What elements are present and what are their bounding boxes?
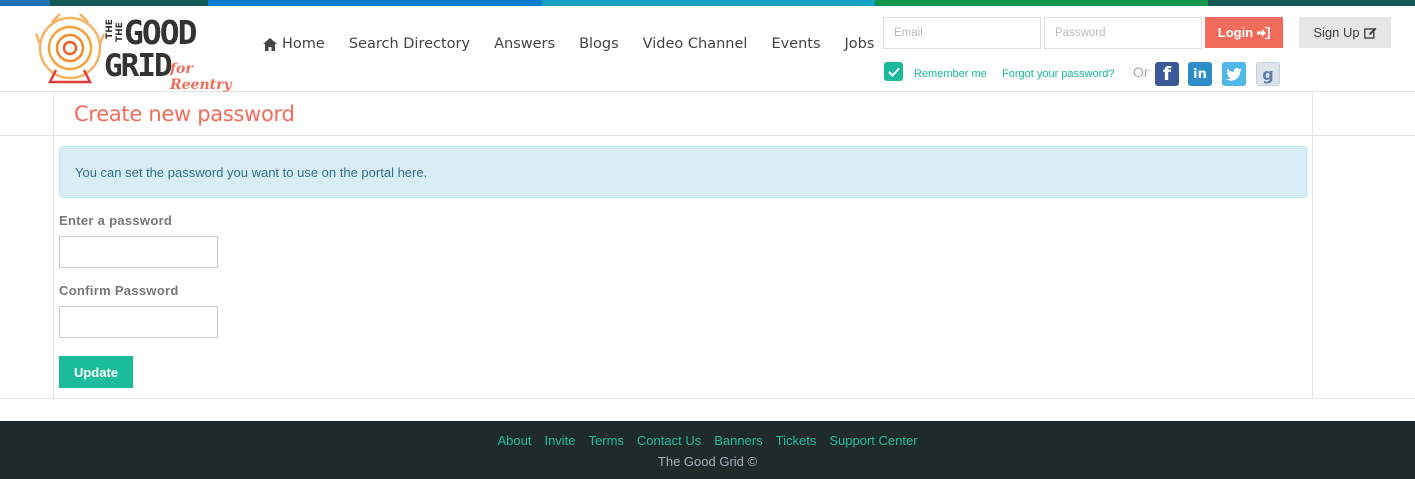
password-placeholder: Password [1055, 27, 1106, 39]
page-title: Create new password [74, 102, 295, 126]
google-icon[interactable]: g [1256, 62, 1280, 86]
footer-link-tickets[interactable]: Tickets [776, 433, 817, 448]
password-label: Enter a password [59, 213, 173, 228]
footer-link-banners[interactable]: Banners [714, 433, 762, 448]
content-bottom-divider [0, 398, 1415, 399]
logo-tagline: for Reentry [170, 61, 232, 93]
footer-link-invite[interactable]: Invite [544, 433, 575, 448]
footer-link-terms[interactable]: Terms [589, 433, 624, 448]
site-footer: About Invite Terms Contact Us Banners Ti… [0, 421, 1415, 479]
email-input[interactable]: Email [883, 17, 1041, 49]
nav-item-events[interactable]: Events [771, 36, 820, 52]
facebook-icon[interactable]: f [1155, 62, 1179, 86]
info-alert: You can set the password you want to use… [59, 146, 1307, 198]
nav-item-label: Video Channel [642, 36, 748, 52]
nav-item-home[interactable]: Home [263, 36, 325, 52]
or-label: Or [1133, 64, 1149, 80]
password-input[interactable]: Password [1044, 17, 1202, 49]
linkedin-icon[interactable]: in [1188, 62, 1212, 86]
sign-in-icon [1257, 26, 1270, 39]
nav-item-label: Jobs [844, 36, 875, 52]
nav-item-jobs[interactable]: Jobs [845, 36, 875, 52]
login-button-label: Login [1217, 25, 1254, 40]
logo-line2: GRID [104, 48, 173, 84]
forgot-password-link[interactable]: Forgot your password? [1002, 68, 1115, 80]
update-button[interactable]: Update [59, 356, 133, 388]
check-icon [887, 67, 900, 77]
confirm-password-field[interactable] [59, 306, 218, 338]
main-nav: Home Search Directory Answers Blogs Vide… [263, 36, 898, 52]
logo-line1: GOOD [124, 13, 197, 52]
nav-item-video-channel[interactable]: Video Channel [643, 36, 748, 52]
remember-me-checkbox[interactable] [884, 62, 903, 81]
nav-item-label: Events [771, 36, 821, 52]
footer-link-support-center[interactable]: Support Center [829, 433, 917, 448]
nav-item-answers[interactable]: Answers [494, 36, 555, 52]
signup-button[interactable]: Sign Up [1299, 17, 1391, 48]
email-placeholder: Email [894, 27, 923, 39]
remember-me: Remember me [884, 62, 987, 81]
confirm-password-label: Confirm Password [59, 283, 179, 298]
site-logo[interactable]: THE GOOD THE GRID for Reentry [34, 10, 254, 93]
login-button[interactable]: Login [1205, 17, 1283, 48]
footer-link-contact-us[interactable]: Contact Us [637, 433, 701, 448]
content-border-left [53, 93, 54, 398]
nav-item-search-directory[interactable]: Search Directory [349, 36, 470, 52]
new-password-field[interactable] [59, 236, 218, 268]
content-border-right [1312, 93, 1313, 398]
footer-link-about[interactable]: About [497, 433, 531, 448]
signup-button-label: Sign Up [1313, 25, 1360, 40]
edit-icon [1363, 27, 1377, 39]
title-divider [0, 135, 1415, 136]
nav-item-label: Search Directory [348, 36, 471, 52]
logo-line1-small: THE [104, 19, 115, 39]
nav-item-label: Home [282, 36, 325, 52]
nav-item-blogs[interactable]: Blogs [579, 36, 619, 52]
footer-links: About Invite Terms Contact Us Banners Ti… [0, 433, 1415, 448]
remember-me-label[interactable]: Remember me [914, 68, 987, 80]
nav-item-label: Answers [494, 36, 556, 52]
login-panel: Email Password Login Sign Up Remember me… [876, 6, 1415, 92]
site-header: THE GOOD THE GRID for Reentry Home Searc… [0, 6, 1415, 93]
home-icon [263, 37, 277, 51]
twitter-icon[interactable] [1222, 62, 1246, 86]
nav-item-label: Blogs [579, 36, 619, 52]
footer-copyright: The Good Grid © [657, 454, 758, 469]
